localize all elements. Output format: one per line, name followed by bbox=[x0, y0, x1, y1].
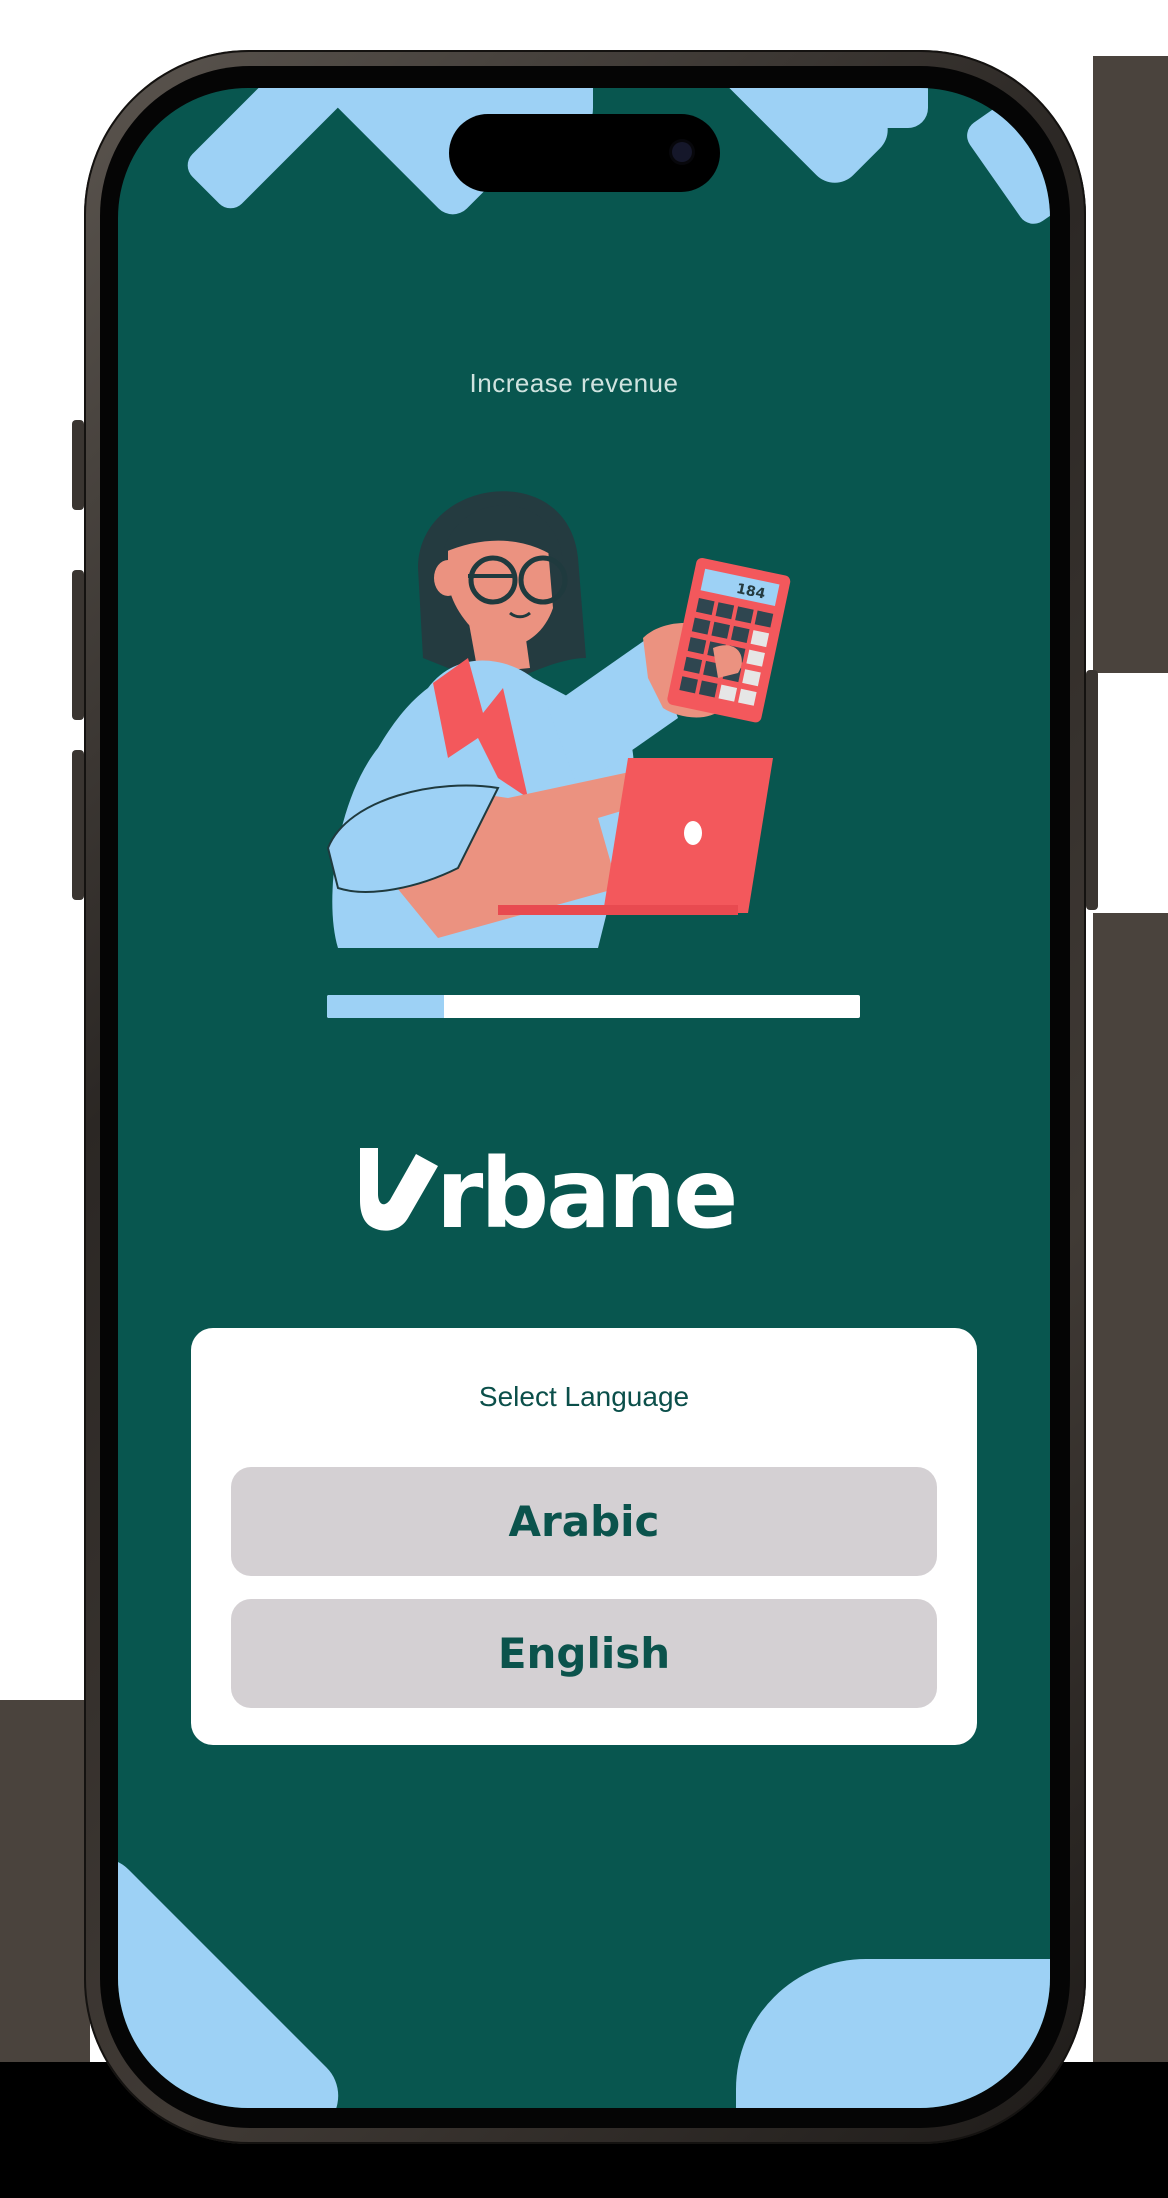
front-camera-icon bbox=[672, 142, 692, 162]
mute-switch bbox=[72, 420, 84, 510]
volume-up-button bbox=[72, 570, 84, 720]
dynamic-island bbox=[449, 114, 720, 192]
english-language-button[interactable]: English bbox=[231, 1599, 937, 1708]
brand-logo: rbane bbox=[354, 1138, 814, 1258]
progress-fill bbox=[327, 995, 445, 1018]
laptop-logo bbox=[684, 821, 702, 845]
arabic-language-button[interactable]: Arabic bbox=[231, 1467, 937, 1576]
scene-backdrop-right-lower bbox=[1093, 913, 1168, 2062]
onboarding-progress-bar bbox=[327, 995, 860, 1018]
language-selector-card: Select Language Arabic English bbox=[191, 1328, 977, 1745]
decorative-shape-top-edge bbox=[960, 88, 1050, 231]
language-selector-title: Select Language bbox=[478, 1381, 690, 1412]
brand-wordmark: rbane bbox=[436, 1138, 738, 1250]
ear bbox=[434, 560, 462, 596]
thumb bbox=[713, 645, 742, 678]
app-screen: Increase revenue 184 rbane Select Langua… bbox=[118, 88, 1050, 2108]
decorative-shape-bottom-right bbox=[736, 1959, 1050, 2108]
onboarding-tagline: Increase revenue bbox=[469, 368, 679, 398]
volume-down-button bbox=[72, 750, 84, 900]
calculator-icon: 184 bbox=[667, 557, 791, 723]
woman-with-calculator-and-laptop-illustration: 184 bbox=[326, 491, 791, 948]
power-button bbox=[1086, 670, 1098, 910]
decorative-shape-bottom-left bbox=[118, 1841, 355, 2108]
laptop-base bbox=[498, 905, 738, 915]
brand-u-mark-icon bbox=[360, 1148, 438, 1231]
scene-backdrop-left bbox=[0, 1700, 90, 2062]
decorative-shape-top-right-2 bbox=[768, 88, 928, 128]
scene-backdrop-right bbox=[1093, 56, 1168, 673]
